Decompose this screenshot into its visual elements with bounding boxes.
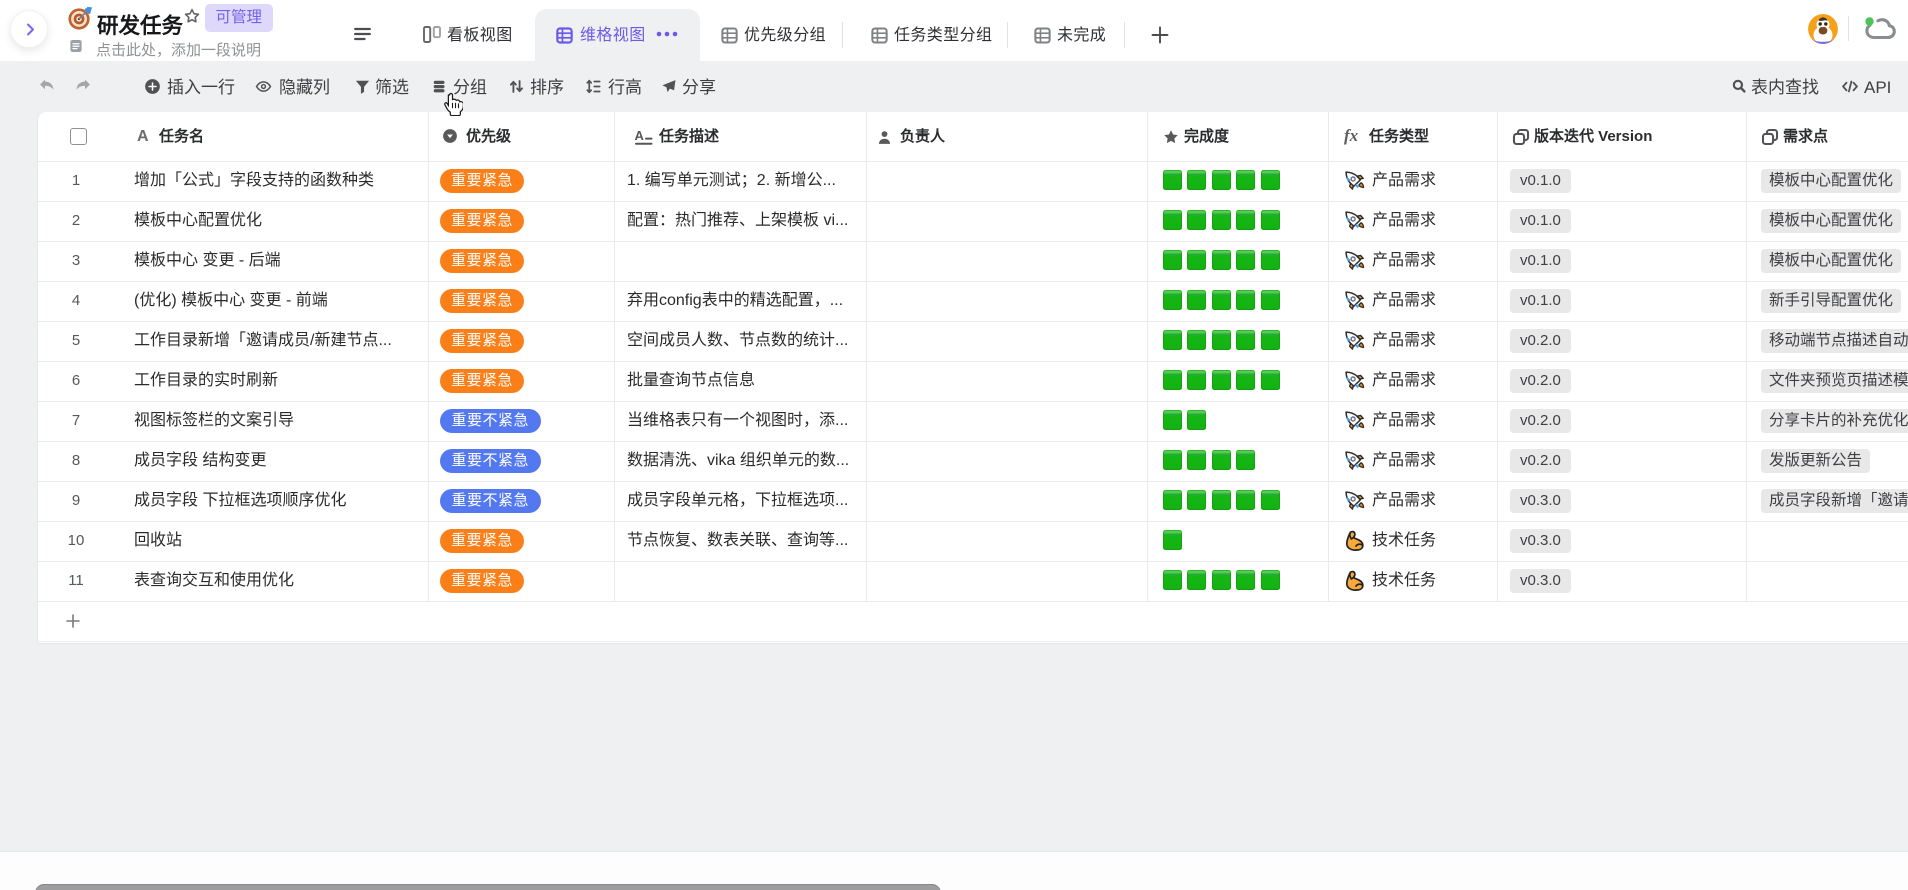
svg-text:A: A (635, 129, 645, 143)
